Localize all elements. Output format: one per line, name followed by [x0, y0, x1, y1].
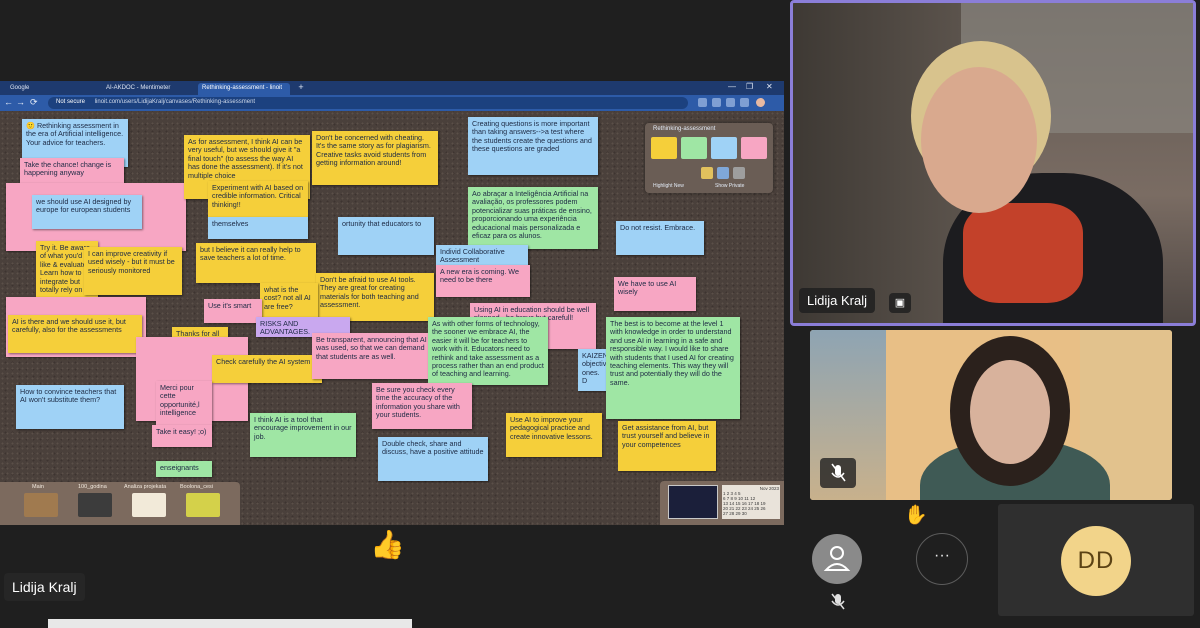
sticky-note[interactable]: Be sure you check every time the accurac… [372, 383, 472, 429]
canvas-label: Analiza projekata [124, 484, 167, 490]
scarf [963, 203, 1083, 303]
canvas-minimap[interactable]: Nov 2023 1 2 3 4 5 6 7 8 9 10 11 12 13 1… [660, 481, 784, 525]
canvas-shelf: Main 100_godina Analiza projekata Boolon… [0, 482, 240, 525]
canvas-title: Rethinking-assessment [653, 126, 716, 132]
sticky-note[interactable]: Experiment with AI based on credible inf… [208, 181, 308, 219]
sticky-note[interactable]: Use it's smart [204, 299, 262, 323]
sticky-note[interactable]: Check carefully the AI system [212, 355, 322, 383]
thumbs-up-reaction: 👍 [370, 529, 405, 560]
canvas-label: Boolona_cesi [180, 484, 214, 490]
canvas-thumbnail[interactable] [78, 493, 112, 517]
canvas-thumbnail[interactable] [24, 493, 58, 517]
sticky-note[interactable]: but I believe it can really help to save… [196, 243, 316, 283]
note-palette: Rethinking-assessment Highlight New Show… [645, 123, 773, 193]
minimap-view[interactable] [668, 485, 718, 519]
minimize-icon[interactable]: — [728, 82, 736, 91]
video-note-icon[interactable] [717, 167, 729, 179]
shared-screen: Google AI-AKDOC - Mentimeter Rethinking-… [0, 81, 784, 525]
sticky-note[interactable]: Creating questions is more important tha… [468, 117, 598, 175]
sticky-note[interactable]: Do not resist. Embrace. [616, 221, 704, 255]
browser-address-bar: ← → ⟳ Not secure linoit.com/users/Lidija… [0, 95, 784, 111]
canvas-thumbnail[interactable] [132, 493, 166, 517]
sticky-note[interactable]: How to convince teachers that AI won't s… [16, 385, 124, 429]
tab-linoit[interactable]: Rethinking-assessment - linoit [198, 83, 290, 95]
sticky-note[interactable]: As with other forms of technology, the s… [428, 317, 548, 385]
calendar-row: 27 28 29 30 [723, 511, 747, 516]
screen-share-icon: ▣ [889, 293, 911, 313]
profile-avatar[interactable] [756, 98, 765, 107]
sticky-note[interactable]: KAIZEN objectives ones. D [578, 349, 608, 391]
sticky-note[interactable]: The best is to become at the level 1 wit… [606, 317, 740, 419]
sticky-note[interactable]: I think AI is a tool that encourage impr… [250, 413, 356, 457]
yellow-note-swatch[interactable] [651, 137, 677, 159]
highlight-new-toggle[interactable]: Highlight New [653, 183, 684, 189]
extension-icon[interactable] [712, 98, 721, 107]
presenter-name-label: Lidija Kralj [4, 573, 85, 601]
canvas-label: 100_godina [78, 484, 107, 490]
close-icon[interactable]: ✕ [766, 82, 773, 91]
speaker-face [921, 67, 1037, 213]
sticky-note[interactable]: ortunity that educators to [338, 217, 434, 255]
reload-icon[interactable]: ⟳ [30, 97, 38, 108]
sticky-note[interactable]: Don't be afraid to use AI tools. They ar… [316, 273, 434, 321]
sticky-note[interactable]: themselves [208, 217, 308, 239]
sticky-note[interactable]: Get assistance from AI, but trust yourse… [618, 421, 716, 471]
show-private-toggle[interactable]: Show Private [715, 183, 744, 189]
file-note-icon[interactable] [733, 167, 745, 179]
participant-avatar-tile[interactable] [808, 530, 866, 610]
calendar-widget[interactable]: Nov 2023 1 2 3 4 5 6 7 8 9 10 11 12 13 1… [722, 485, 780, 519]
extension-icon[interactable] [726, 98, 735, 107]
speaker-video-tile[interactable]: Lidija Kralj ▣ [790, 0, 1196, 326]
speaker-name-label: Lidija Kralj [799, 288, 875, 313]
forward-icon[interactable]: → [16, 97, 25, 108]
meeting-stage: Google AI-AKDOC - Mentimeter Rethinking-… [0, 0, 1200, 628]
sticky-note[interactable]: Take it easy! ;o) [152, 425, 212, 447]
sticky-note[interactable]: A new era is coming. We need to be there [436, 265, 530, 297]
back-icon[interactable]: ← [4, 97, 13, 108]
linoit-canvas[interactable]: 🙂 Rethinking assessment in the era of Ar… [0, 111, 784, 525]
pink-note-swatch[interactable] [741, 137, 767, 159]
mic-off-badge [820, 458, 856, 488]
sticky-note[interactable]: Use AI to improve your pedagogical pract… [506, 413, 602, 457]
browser-tab-bar: Google AI-AKDOC - Mentimeter Rethinking-… [0, 81, 784, 95]
sticky-note[interactable]: I can improve creativity if used wisely … [84, 247, 182, 295]
image-note-icon[interactable] [701, 167, 713, 179]
url-text: linoit.com/users/LidijaKralj/canvases/Re… [94, 99, 256, 105]
more-participants-button[interactable]: ··· [916, 533, 968, 585]
sticky-note[interactable]: Don't be concerned with cheating. It's t… [312, 131, 438, 185]
not-secure-label: Not secure [56, 99, 86, 105]
sticky-note[interactable]: enseignants [156, 461, 212, 477]
extension-icon[interactable] [698, 98, 707, 107]
sticky-note[interactable]: Merci pour cette opportunité,l intellige… [156, 381, 212, 429]
sticky-note[interactable]: Ao abraçar a Inteligência Artificial na … [468, 187, 598, 249]
sticky-note[interactable]: we should use AI designed by europe for … [32, 195, 142, 229]
dd-avatar: DD [1061, 526, 1131, 596]
mic-off-icon [831, 463, 846, 482]
maximize-icon[interactable]: ❐ [746, 82, 753, 91]
green-note-swatch[interactable] [681, 137, 707, 159]
new-tab-button[interactable]: + [296, 83, 306, 93]
participant-video-tile[interactable] [810, 330, 1172, 500]
sticky-note[interactable]: Be transparent, announcing that AI was u… [312, 333, 434, 379]
participant-face [970, 360, 1050, 464]
blue-note-swatch[interactable] [711, 137, 737, 159]
canvas-thumbnail[interactable] [186, 493, 220, 517]
tab-mentimeter[interactable]: AI-AKDOC - Mentimeter [102, 83, 194, 95]
bottom-preview-strip [48, 619, 412, 628]
participant-tile-dd[interactable]: DD [998, 504, 1194, 616]
puzzle-icon[interactable] [740, 98, 749, 107]
sticky-note[interactable]: We have to use AI wisely [614, 277, 696, 311]
person-icon [823, 546, 851, 571]
tab-google[interactable]: Google [6, 83, 96, 95]
mic-off-icon [831, 593, 845, 610]
sticky-note[interactable]: Double check, share and discuss, have a … [378, 437, 488, 481]
raised-hand-icon: ✋ [904, 505, 928, 526]
sticky-note[interactable]: AI is there and we should use it, but ca… [8, 315, 142, 353]
canvas-label: Main [32, 484, 44, 490]
url-field[interactable]: Not secure linoit.com/users/LidijaKralj/… [48, 97, 688, 109]
